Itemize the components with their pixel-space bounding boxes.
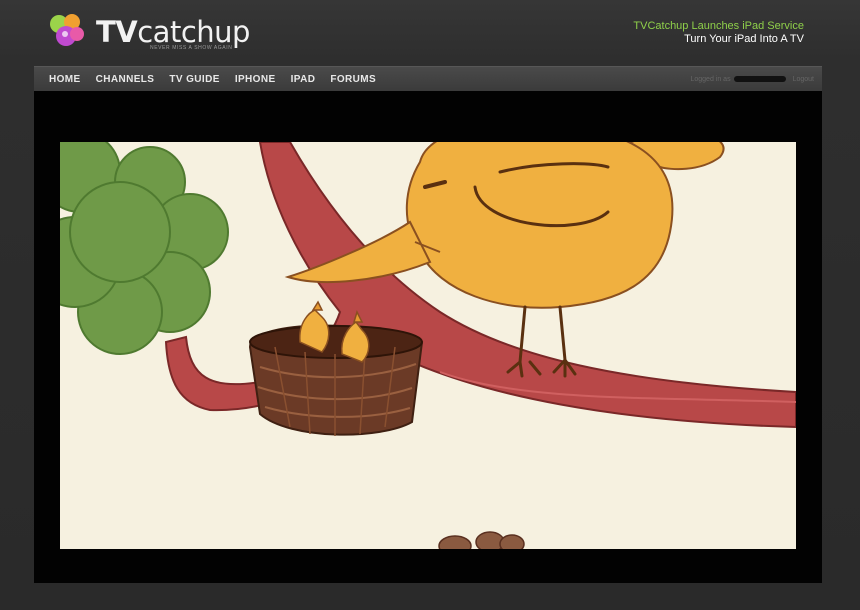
- nav-item-home[interactable]: HOME: [49, 74, 81, 85]
- video-frame[interactable]: [60, 142, 796, 549]
- main-nav: HOME CHANNELS TV GUIDE IPHONE IPAD FORUM…: [34, 66, 822, 91]
- promo-subtitle: Turn Your iPad Into A TV: [684, 33, 804, 45]
- logo-wordmark: TVcatchup: [96, 16, 250, 48]
- promo-banner: TVCatchup Launches iPad Service Turn You…: [633, 20, 804, 46]
- promo-link[interactable]: TVCatchup Launches iPad Service: [633, 20, 804, 33]
- nav-item-channels[interactable]: CHANNELS: [96, 74, 155, 85]
- nest: [248, 324, 424, 436]
- nav-item-iphone[interactable]: IPHONE: [235, 74, 276, 85]
- user-status: Logged in as Logout: [690, 67, 814, 91]
- cartoon-bird-nest-scene: [60, 142, 796, 549]
- logged-in-label: Logged in as: [690, 75, 731, 83]
- nav-item-forums[interactable]: FORUMS: [330, 74, 376, 85]
- nav-menu: HOME CHANNELS TV GUIDE IPHONE IPAD FORUM…: [49, 67, 391, 91]
- logo-text-regular: catchup: [137, 15, 250, 49]
- page: TVcatchup NEVER MISS A SHOW AGAIN TVCatc…: [0, 0, 860, 610]
- logo-bubbles-icon: [50, 14, 84, 46]
- logo-tagline: NEVER MISS A SHOW AGAIN: [150, 45, 233, 51]
- nav-item-tv-guide[interactable]: TV GUIDE: [169, 74, 219, 85]
- redacted-username: [733, 76, 786, 82]
- tvcatchup-logo[interactable]: TVcatchup NEVER MISS A SHOW AGAIN: [48, 12, 250, 56]
- video-player[interactable]: [34, 91, 822, 583]
- nav-item-ipad[interactable]: IPAD: [291, 74, 316, 85]
- logo-text-bold: TV: [96, 15, 138, 49]
- logout-link[interactable]: Logout: [793, 76, 814, 83]
